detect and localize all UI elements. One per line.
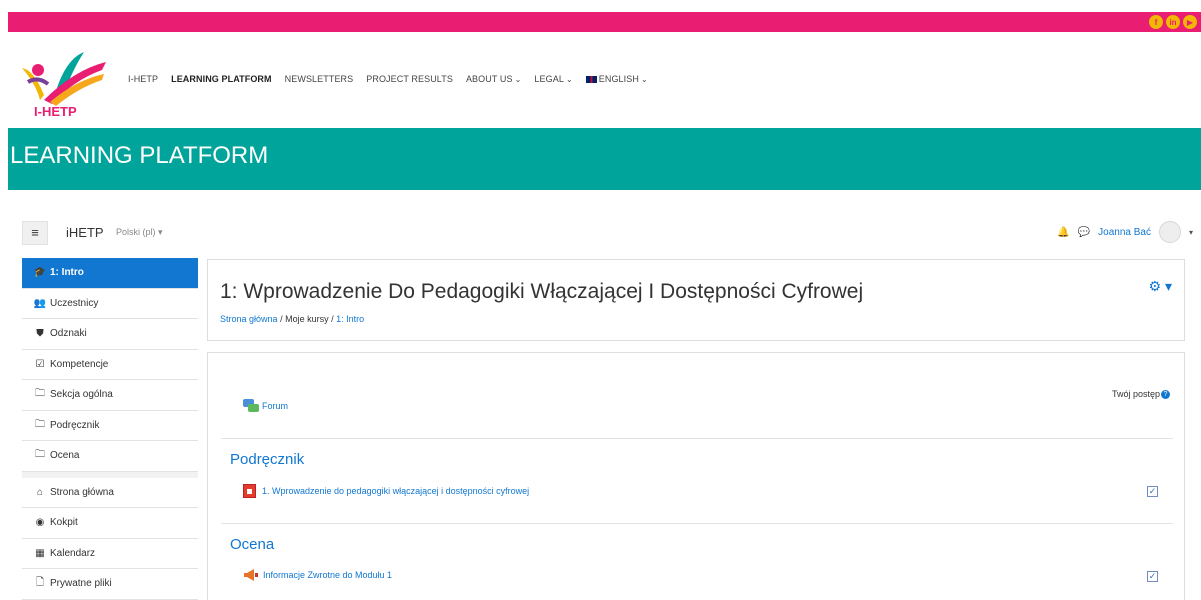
nav-item-language-label: ENGLISH [598, 74, 639, 84]
nav-item-legal-label: LEGAL [534, 74, 564, 84]
pdf-icon [243, 484, 256, 498]
breadcrumb-home[interactable]: Strona główna [220, 314, 278, 324]
calendar-icon: ▦ [35, 547, 45, 559]
help-icon[interactable]: ? [1161, 390, 1170, 400]
messages-icon[interactable]: 💬 [1078, 227, 1090, 238]
drawer-item-label: 1: Intro [50, 267, 84, 279]
logo-text: I-HETP [34, 104, 77, 118]
linkedin-icon[interactable]: in [1166, 15, 1180, 29]
language-selector[interactable]: Polski (pl) ▾ [116, 227, 163, 238]
nav-item-legal[interactable]: LEGAL ⌄ [534, 74, 572, 84]
breadcrumb-my-courses[interactable]: Moje kursy [285, 314, 329, 324]
chevron-down-icon: ⌄ [640, 75, 648, 84]
nav-item-ihetp[interactable]: I-HETP [128, 74, 158, 84]
folder-icon: 🗀 [35, 388, 45, 400]
user-area: 🔔 💬 Joanna Bać ▾ [1057, 221, 1193, 243]
drawer-item-label: Kompetencje [50, 358, 109, 370]
home-icon: ⌂ [36, 486, 44, 498]
breadcrumb-course[interactable]: 1: Intro [336, 314, 364, 324]
nav-drawer: 🎓 1: Intro 👥 Uczestnicy ⛊ Odznaki ☑ Kompeten… [22, 258, 198, 600]
feedback-megaphone-icon [244, 569, 258, 581]
moodle-navbar: ≡ iHETP Polski (pl) ▾ 🔔 💬 Joanna Bać ▾ [22, 217, 1201, 249]
progress-text: Twój postęp [1111, 389, 1160, 399]
facebook-icon[interactable]: f [1149, 15, 1163, 29]
drawer-item-label: Odznaki [50, 328, 87, 340]
drawer-item-label: Podręcznik [50, 419, 100, 431]
drawer-item-label: Kalendarz [50, 547, 96, 559]
drawer-item-calendar[interactable]: ▦ Kalendarz [22, 538, 198, 569]
checkbox-icon: ☑ [35, 358, 45, 370]
folder-icon: 🗀 [35, 449, 45, 461]
section-divider [221, 523, 1173, 524]
drawer-item-badges[interactable]: ⛊ Odznaki [22, 319, 198, 350]
forum-activity[interactable]: Forum [243, 399, 288, 412]
nav-item-about-us-label: ABOUT US [465, 74, 513, 84]
completion-checkbox[interactable]: ✓ [1147, 571, 1158, 582]
feedback-activity[interactable]: Informacje Zwrotne do Modułu 1 [243, 569, 392, 581]
forum-link[interactable]: Forum [262, 401, 288, 411]
youtube-icon[interactable]: ▶ [1183, 15, 1197, 29]
drawer-item-general-section[interactable]: 🗀 Sekcja ogólna [22, 380, 198, 411]
site-nav-group: ⌂ Strona główna ◉ Kokpit ▦ Kalendarz 🗋 Prywa… [22, 477, 198, 600]
file-icon: 🗋 [35, 577, 45, 589]
users-icon: 👥 [33, 297, 47, 309]
user-menu-caret-icon[interactable]: ▾ [1189, 228, 1193, 237]
handbook-link[interactable]: 1. Wprowadzenie do pedagogiki włączające… [262, 486, 529, 496]
chevron-down-icon: ⌄ [565, 75, 573, 84]
drawer-item-handbook[interactable]: 🗀 Podręcznik [22, 410, 198, 441]
folder-icon: 🗀 [35, 418, 45, 430]
user-name[interactable]: Joanna Bać [1098, 227, 1151, 238]
drawer-item-intro[interactable]: 🎓 1: Intro [22, 258, 198, 289]
handbook-activity[interactable]: 1. Wprowadzenie do pedagogiki włączające… [243, 484, 529, 498]
drawer-item-competencies[interactable]: ☑ Kompetencje [22, 349, 198, 380]
drawer-item-home[interactable]: ⌂ Strona główna [22, 477, 198, 508]
menu-toggle-icon[interactable]: ≡ [22, 221, 48, 245]
nav-item-learning-platform[interactable]: LEARNING PLATFORM [171, 74, 272, 84]
drawer-item-label: Ocena [50, 450, 80, 462]
site-logo[interactable]: I-HETP [14, 40, 110, 118]
shield-icon: ⛊ [36, 328, 44, 340]
chevron-down-icon: ⌄ [514, 75, 522, 84]
feedback-link[interactable]: Informacje Zwrotne do Modułu 1 [263, 570, 392, 580]
course-content: Twój postęp? Forum Podręcznik 1. Wprowad… [207, 352, 1185, 600]
uk-flag-icon [585, 76, 597, 84]
forum-icon [243, 399, 259, 412]
drawer-item-label: Prywatne pliki [50, 578, 112, 590]
drawer-item-label: Kokpit [50, 517, 78, 529]
banner-title: LEARNING PLATFORM [10, 142, 269, 169]
drawer-item-label: Uczestnicy [50, 297, 99, 309]
breadcrumb: Strona główna / Moje kursy / 1: Intro [220, 314, 364, 324]
main-nav: I-HETP LEARNING PLATFORM NEWSLETTERS PRO… [128, 74, 648, 84]
notifications-bell-icon[interactable]: 🔔 [1057, 227, 1069, 238]
section-title-assessment[interactable]: Ocena [230, 536, 274, 553]
progress-label: Twój postęp? [1111, 389, 1170, 400]
nav-item-about-us[interactable]: ABOUT US ⌄ [466, 74, 521, 84]
social-links: f in ▶ [1149, 15, 1197, 29]
nav-item-language[interactable]: ENGLISH ⌄ [585, 74, 648, 84]
page-title: 1: Wprowadzenie Do Pedagogiki Włączające… [220, 280, 864, 303]
moodle-brand[interactable]: iHETP [66, 225, 104, 240]
nav-item-project-results[interactable]: PROJECT RESULTS [366, 74, 453, 84]
course-nav-group: 🎓 1: Intro 👥 Uczestnicy ⛊ Odznaki ☑ Kompeten… [22, 258, 198, 472]
page-banner: LEARNING PLATFORM [8, 128, 1201, 190]
gear-icon[interactable]: ⚙ ▾ [1149, 278, 1172, 295]
dashboard-icon: ◉ [35, 517, 45, 529]
drawer-item-dashboard[interactable]: ◉ Kokpit [22, 508, 198, 539]
section-divider [221, 438, 1173, 439]
drawer-item-label: Sekcja ogólna [50, 389, 113, 401]
drawer-item-participants[interactable]: 👥 Uczestnicy [22, 288, 198, 319]
course-header: 1: Wprowadzenie Do Pedagogiki Włączające… [207, 259, 1185, 341]
avatar[interactable] [1158, 221, 1181, 243]
completion-checkbox[interactable]: ✓ [1147, 486, 1158, 497]
nav-item-newsletters[interactable]: NEWSLETTERS [285, 74, 354, 84]
drawer-item-label: Strona główna [50, 486, 114, 498]
drawer-item-assessment[interactable]: 🗀 Ocena [22, 441, 198, 472]
graduation-cap-icon: 🎓 [33, 267, 47, 279]
section-title-handbook[interactable]: Podręcznik [230, 451, 304, 468]
drawer-item-private-files[interactable]: 🗋 Prywatne pliki [22, 569, 198, 600]
top-bar: f in ▶ [8, 12, 1201, 32]
